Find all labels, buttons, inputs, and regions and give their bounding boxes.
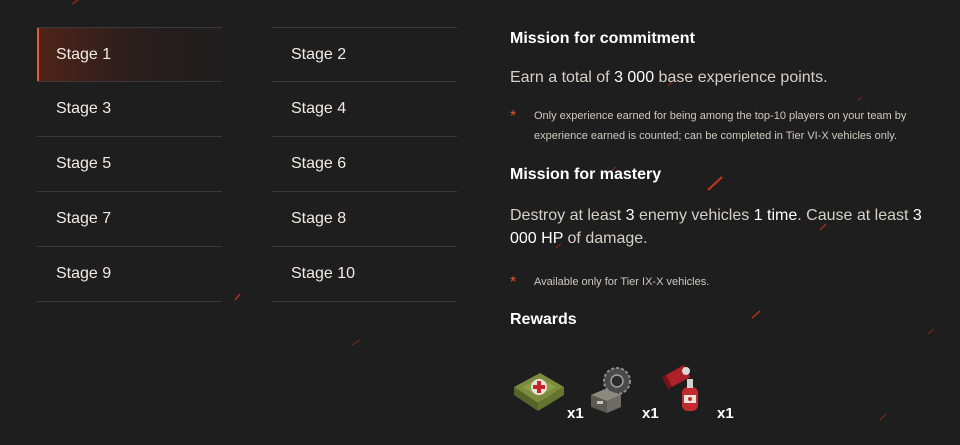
rewards-title: Rewards	[510, 311, 577, 328]
reward-item[interactable]: x1	[660, 365, 734, 425]
reward-count: x1	[717, 405, 734, 422]
asterisk-icon: *	[510, 274, 517, 291]
stage-tab-3[interactable]: Stage 3	[37, 82, 222, 137]
mastery-desc-text: . Cause at least	[797, 207, 913, 224]
mastery-desc-value: 1 time	[753, 207, 798, 224]
commitment-mission-description: Earn a total of 3 000 base experience po…	[510, 66, 930, 89]
stage-tab-5[interactable]: Stage 5	[37, 137, 222, 192]
mastery-mission-note: * Available only for Tier IX-X vehicles.	[510, 272, 930, 292]
stage-tab-10[interactable]: Stage 10	[272, 247, 457, 302]
stage-tab-4[interactable]: Stage 4	[272, 82, 457, 137]
commitment-desc-value: 3 000	[614, 69, 655, 86]
equipment-crate-icon	[591, 367, 631, 413]
stage-tab-1[interactable]: Stage 1	[37, 27, 222, 82]
mastery-desc-value: 3	[625, 207, 635, 224]
mastery-mission-title: Mission for mastery	[510, 166, 662, 183]
stage-tab-6[interactable]: Stage 6	[272, 137, 457, 192]
commitment-mission-note: * Only experience earned for being among…	[510, 106, 930, 146]
mission-details-panel: Mission for commitment Earn a total of 3…	[510, 30, 930, 329]
asterisk-icon: *	[510, 108, 517, 125]
reward-count: x1	[642, 405, 659, 422]
stage-tab-9[interactable]: Stage 9	[37, 247, 222, 302]
commitment-mission-title: Mission for commitment	[510, 30, 695, 47]
mastery-desc-text: enemy vehicles	[634, 207, 754, 224]
reward-count: x1	[567, 405, 584, 422]
stage-column-right: Stage 2 Stage 4 Stage 6 Stage 8 Stage 10	[272, 27, 457, 302]
first-aid-kit-icon	[514, 373, 564, 411]
reward-item[interactable]: x1	[585, 365, 659, 425]
fire-extinguisher-icon	[662, 365, 698, 411]
mastery-note-text: Available only for Tier IX-X vehicles.	[534, 276, 710, 288]
commitment-note-text: Only experience earned for being among t…	[534, 110, 907, 142]
stage-tab-7[interactable]: Stage 7	[37, 192, 222, 247]
commitment-desc-text-end: base experience points.	[654, 69, 828, 86]
mastery-mission-description: Destroy at least 3 enemy vehicles 1 time…	[510, 204, 930, 250]
stage-tab-2[interactable]: Stage 2	[272, 27, 457, 82]
mastery-desc-text: Destroy at least	[510, 207, 626, 224]
reward-item[interactable]: x1	[510, 365, 584, 425]
mastery-desc-text: of damage.	[563, 230, 648, 247]
commitment-desc-text: Earn a total of	[510, 69, 615, 86]
stage-tab-8[interactable]: Stage 8	[272, 192, 457, 247]
stage-column-left: Stage 1 Stage 3 Stage 5 Stage 7 Stage 9	[37, 27, 222, 302]
